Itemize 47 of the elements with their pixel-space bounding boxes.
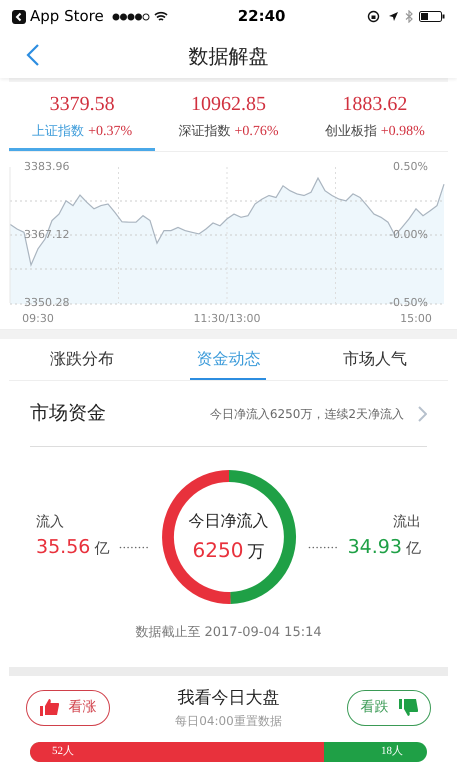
fund-summary-text: 今日净流入6250万，连续2天净流入 [210,406,404,422]
section-tab[interactable]: 市场人气 [302,339,448,380]
index-tab[interactable]: 1883.62 创业板指 +0.98% [302,82,448,151]
back-app-icon[interactable] [12,10,26,24]
chevron-right-icon[interactable] [418,406,427,422]
clock-text: 22:40 [238,6,286,28]
dotted-leader [308,546,338,548]
bearish-count: 18人 [381,744,403,760]
percent-tick: 0.50% [393,160,428,174]
wifi-icon [154,11,168,22]
data-timestamp: 数据截止至 2017-09-04 15:14 [135,624,322,642]
inflow-value: 35.56 [36,535,90,560]
section-title: 市场资金 [30,401,106,426]
section-tab[interactable]: 涨跌分布 [9,339,156,380]
bullish-button[interactable]: 看涨 [26,690,110,726]
dotted-leader [118,546,149,548]
bearish-button[interactable]: 看跌 [347,690,431,726]
price-tick: 3383.96 [24,160,70,174]
inflow-label: 流入 [36,513,65,532]
time-tick: 09:30 [22,312,54,325]
net-inflow-value: 6250 [192,536,244,564]
location-arrow-icon [388,11,399,22]
battery-icon [419,11,445,22]
net-inflow-label: 今日净流入 [188,510,268,532]
index-tab[interactable]: 3379.58 上证指数 +0.37% [9,82,156,151]
signal-icon [112,12,150,20]
back-chevron-icon[interactable] [26,43,40,67]
vote-subtitle: 每日04:00重置数据 [175,712,282,730]
percent-tick: -0.50% [389,296,428,310]
thumbs-down-icon [398,699,418,716]
carrier-text: App Store [30,6,104,28]
outflow-label: 流出 [393,513,421,532]
percent-tick: -0.00% [389,228,428,242]
outflow-unit: 亿 [406,538,421,560]
vote-title: 我看今日大盘 [178,687,280,710]
inflow-unit: 亿 [94,538,110,560]
outflow-value: 34.93 [348,535,402,560]
thumbs-up-icon [40,699,58,716]
net-inflow-unit: 万 [247,540,264,564]
time-tick: 11:30/13:00 [193,312,261,325]
index-tab[interactable]: 10962.85 深证指数 +0.76% [155,82,302,151]
time-tick: 15:00 [400,312,432,325]
bluetooth-icon [405,10,413,23]
price-tick: 3350.28 [24,296,70,310]
rotation-lock-icon [367,10,380,23]
bullish-count: 52人 [52,744,74,760]
page-title: 数据解盘 [188,42,268,70]
